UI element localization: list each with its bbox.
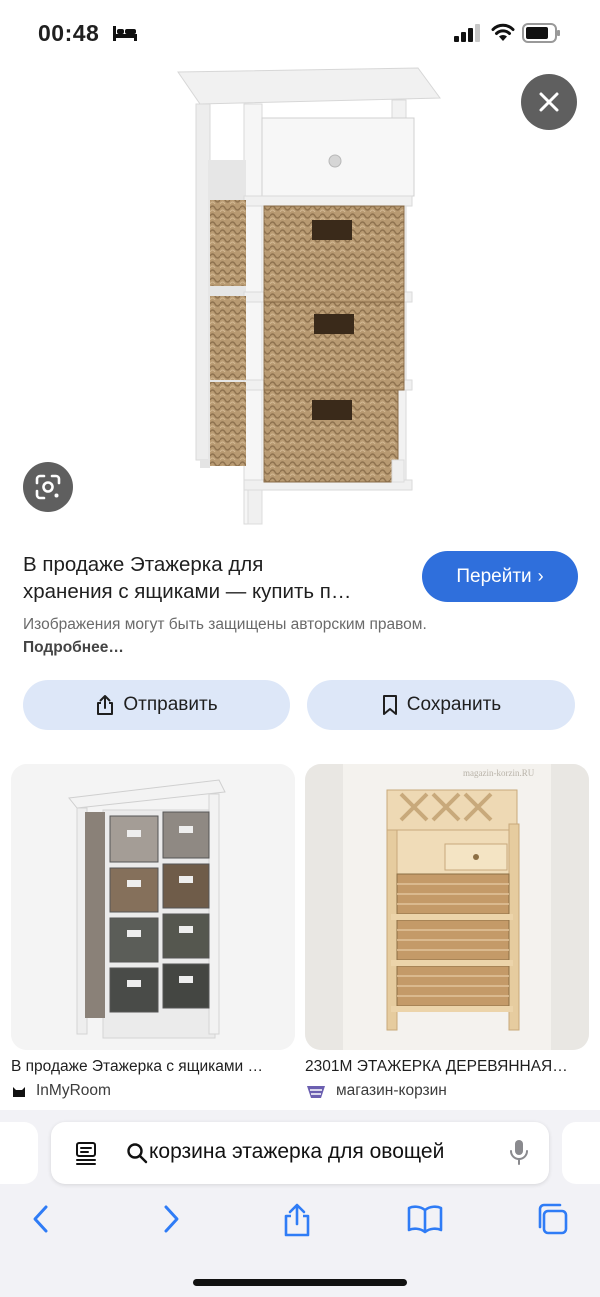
chevron-right-icon: › (537, 566, 544, 586)
lens-icon (35, 474, 61, 500)
cellular-signal-icon (454, 24, 480, 42)
sleep-mode-icon (113, 26, 137, 41)
wifi-icon (491, 23, 515, 41)
save-button[interactable]: Сохранить (307, 680, 575, 730)
image-watermark: magazin-korzin.RU (463, 768, 535, 778)
tabs-icon[interactable] (535, 1202, 569, 1236)
result-title[interactable]: В продаже Этажерка для хранения с ящикам… (23, 551, 403, 605)
browser-toolbar (0, 1192, 600, 1248)
result-title-line2: хранения с ящиками — купить п… (23, 580, 352, 603)
related-source: InMyRoom (11, 1082, 295, 1100)
close-button[interactable] (521, 74, 577, 130)
result-image[interactable] (0, 60, 600, 530)
bookmarks-icon[interactable] (406, 1202, 444, 1236)
share-icon (97, 695, 114, 715)
previous-tab-peek[interactable] (0, 1122, 38, 1184)
cat-favicon-icon (13, 1087, 25, 1097)
related-image[interactable] (11, 764, 295, 1050)
related-result-card[interactable]: В продаже Этажерка с ящиками … InMyRoom (11, 764, 295, 1100)
related-source-name: магазин-корзин (336, 1082, 447, 1099)
next-tab-peek[interactable] (562, 1122, 600, 1184)
home-indicator[interactable] (193, 1279, 407, 1286)
page-menu-icon[interactable] (73, 1140, 99, 1166)
status-bar: 00:48 (0, 0, 600, 66)
search-query[interactable]: корзина этажерка для овощей (149, 1140, 487, 1164)
related-source-name: InMyRoom (36, 1082, 111, 1099)
related-result-card[interactable]: magazin-korzin.RU 2301М ЭТАЖЕРКА ДЕРЕВЯН… (305, 764, 589, 1100)
share-button[interactable]: Отправить (23, 680, 290, 730)
related-title: В продаже Этажерка с ящиками … (11, 1058, 263, 1075)
status-time: 00:48 (38, 20, 100, 46)
back-icon[interactable] (28, 1202, 54, 1236)
forward-icon[interactable] (158, 1202, 184, 1236)
address-bar[interactable]: корзина этажерка для овощей (51, 1122, 549, 1184)
search-icon (127, 1143, 148, 1164)
battery-icon (522, 23, 560, 43)
visit-button-label: Перейти (456, 565, 532, 587)
result-title-line1: В продаже Этажерка для (23, 553, 264, 576)
save-label: Сохранить (406, 694, 502, 715)
more-link[interactable]: Подробнее… (23, 639, 124, 656)
bookmark-icon (382, 695, 397, 715)
share-label: Отправить (123, 694, 218, 715)
visit-button[interactable]: Перейти › (422, 551, 578, 602)
related-source: магазин-корзин (305, 1082, 589, 1100)
related-title: 2301М ЭТАЖЕРКА ДЕРЕВЯННАЯ… (305, 1058, 568, 1075)
copyright-text: Изображения могут быть защищены авторски… (23, 616, 427, 633)
related-image[interactable]: magazin-korzin.RU (305, 764, 589, 1050)
microphone-icon[interactable] (509, 1138, 529, 1166)
copyright-notice: Изображения могут быть защищены авторски… (23, 613, 443, 659)
share-icon[interactable] (282, 1202, 312, 1238)
lens-search-button[interactable] (23, 462, 73, 512)
basket-favicon-icon (307, 1086, 325, 1098)
close-icon (539, 92, 559, 112)
